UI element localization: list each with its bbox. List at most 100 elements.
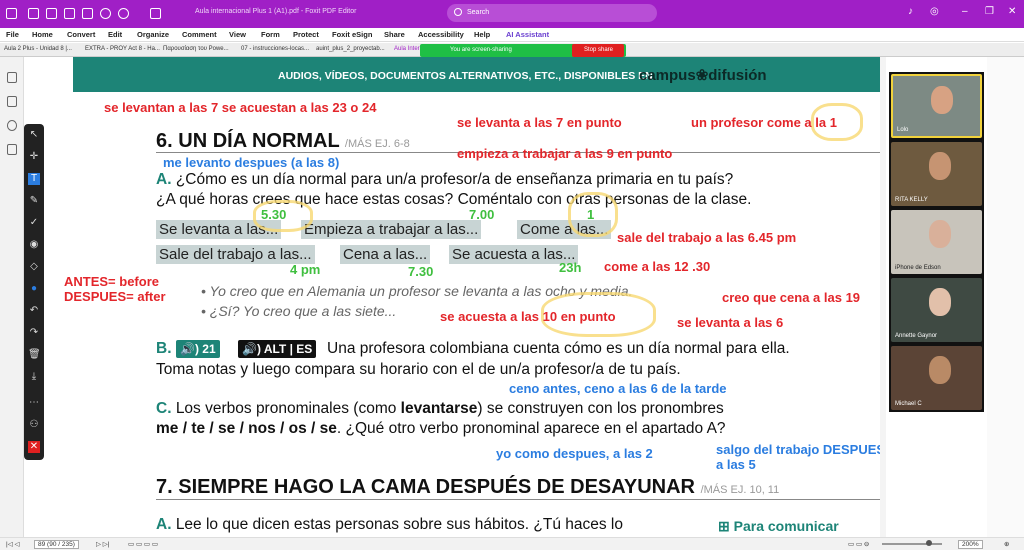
print-icon[interactable] [64, 8, 75, 19]
minimize-icon[interactable]: – [962, 6, 968, 17]
exercise-b-letter: B. [156, 340, 172, 357]
foxit-window: Aula internacional Plus 1 (A1).pdf - Fox… [0, 0, 1024, 550]
participant-tile[interactable]: RITA KELLY [891, 142, 982, 206]
audio-21-button[interactable]: 🔊) 21 [176, 340, 220, 358]
tab-doc-5[interactable]: auint_plus_2_proyectab... [316, 46, 385, 52]
tab-doc-4[interactable]: 07 - instrucciones-locas... [241, 46, 309, 52]
view-mode-icons[interactable]: ▭ ▭ ▭ ▭ [128, 540, 158, 548]
avatar [929, 220, 951, 248]
first-page-icon[interactable]: |◁ ◁ [6, 540, 20, 548]
section-7-heading: 7. SIEMPRE HAGO LA CAMA DESPUÉS DE DESAY… [156, 476, 780, 498]
note-red: ANTES= before [64, 274, 159, 289]
tab-doc-active[interactable]: Aula Inter [394, 46, 420, 52]
annotation-toolbar: ↖ ✛ T ✎ ✓ ◉ ◇ ● ↶ ↷ 🗑 ⤓ ⋯ ⚇ ✕ [24, 124, 44, 460]
target-icon[interactable]: ◉ [28, 239, 40, 251]
menu-edit[interactable]: Edit [108, 30, 122, 39]
bookmark-icon[interactable] [7, 72, 17, 83]
exercise-b-line-1: Una profesora colombiana cuenta cómo es … [327, 340, 790, 357]
note-green: 7.00 [469, 207, 495, 222]
select-icon[interactable]: ↖ [28, 129, 40, 141]
move-icon[interactable]: ✛ [28, 151, 40, 163]
phrase-box: Empieza a trabajar a las... [301, 220, 482, 239]
text-tool-icon[interactable]: T [28, 173, 40, 185]
download-icon[interactable]: ⤓ [28, 371, 40, 383]
zoom-in-icon[interactable]: ⊕ [1004, 540, 1009, 548]
next-page-icon[interactable]: ▷ ▷| [96, 540, 110, 548]
tab-doc-3[interactable]: Παρουσίαση του Powe... [163, 46, 229, 52]
note-blue: me levanto despues (a las 8) [163, 155, 340, 170]
participant-name: Lolo [897, 127, 909, 133]
open-icon[interactable] [28, 8, 39, 19]
bell-icon[interactable]: ♪ [908, 6, 913, 17]
note-red: un profesor come a la 1 [691, 115, 837, 130]
color-icon[interactable]: ● [28, 283, 40, 295]
account-icon[interactable]: ◎ [930, 6, 939, 17]
menu-protect[interactable]: Protect [293, 30, 319, 39]
exercise-b-line-2: Toma notas y luego compara su horario co… [156, 361, 681, 378]
participant-tile[interactable]: iPhone de Edson [891, 210, 982, 274]
participant-name: Annette Gaynor [895, 333, 938, 339]
page-number-field[interactable]: 89 (90 / 235) [34, 540, 79, 549]
check-icon[interactable]: ✓ [28, 217, 40, 229]
participant-name: RITA KELLY [895, 197, 928, 203]
participant-tile[interactable]: Annette Gaynor [891, 278, 982, 342]
menu-foxit-esign[interactable]: Foxit eSign [332, 30, 372, 39]
zoom-slider-knob[interactable] [926, 540, 932, 546]
participant-name: Michael C [895, 401, 922, 407]
audio-alt-button[interactable]: 🔊) ALT | ES [238, 340, 317, 358]
zoom-slider[interactable] [882, 543, 942, 545]
maximize-icon[interactable]: ❐ [985, 6, 994, 17]
stop-share-button[interactable]: Stop share [572, 44, 624, 57]
note-red: sale del trabajo a las 6.45 pm [617, 230, 797, 245]
menu-share[interactable]: Share [384, 30, 405, 39]
participant-tile[interactable]: Lolo [891, 74, 982, 138]
search-icon [454, 8, 462, 16]
trash-icon[interactable]: 🗑 [28, 349, 41, 361]
note-green: 23h [559, 260, 582, 275]
search-placeholder: Search [467, 9, 490, 16]
redo-tool-icon[interactable]: ↷ [28, 327, 40, 339]
note-green: 1 [587, 207, 595, 222]
participant-tile[interactable]: Michael C [891, 346, 982, 410]
comments-icon[interactable] [7, 120, 17, 131]
menu-accessibility[interactable]: Accessibility [418, 30, 464, 39]
phrase-box: Cena a las... [340, 245, 431, 264]
tab-doc-1[interactable]: Aula 2 Plus - Unidad 8 |... [4, 46, 72, 52]
menu-ai-assistant[interactable]: AI Assistant [506, 30, 549, 39]
pen-icon[interactable]: ✎ [28, 195, 40, 207]
title-bar: Aula internacional Plus 1 (A1).pdf - Fox… [0, 0, 1024, 28]
zoom-field[interactable]: 200% [958, 540, 983, 549]
menu-organize[interactable]: Organize [137, 30, 169, 39]
search-box[interactable]: Search [447, 4, 657, 22]
section-6-heading: 6. UN DÍA NORMAL /MÁS EJ. 6-8 [156, 130, 410, 152]
close-toolbar-icon[interactable]: ✕ [28, 441, 40, 453]
note-blue: a las 5 [716, 457, 756, 472]
redo-icon[interactable] [118, 8, 129, 19]
save-icon[interactable] [46, 8, 57, 19]
hand-icon[interactable] [150, 8, 161, 19]
attachment-icon[interactable] [7, 144, 17, 155]
avatar [929, 152, 951, 180]
pages-icon[interactable] [7, 96, 17, 107]
undo-tool-icon[interactable]: ↶ [28, 305, 40, 317]
menu-file[interactable]: File [6, 30, 19, 39]
people-icon[interactable]: ⚇ [28, 419, 40, 431]
menu-form[interactable]: Form [261, 30, 280, 39]
menu-help[interactable]: Help [474, 30, 490, 39]
more-icon[interactable]: ⋯ [28, 397, 40, 409]
tab-doc-2[interactable]: EXTRA - PROY Act 8 - Ha... [85, 46, 160, 52]
note-blue: salgo del trabajo DESPUES [716, 442, 886, 457]
note-red: come a las 12 .30 [604, 259, 711, 274]
new-icon[interactable] [82, 8, 93, 19]
example-2: • ¿Sí? Yo creo que a las siete... [201, 303, 397, 319]
menu-view[interactable]: View [229, 30, 246, 39]
para-comunicar: ⊞ Para comunicar [718, 518, 839, 534]
fit-icons[interactable]: ▭ ▭ ⊖ [848, 540, 869, 548]
menu-home[interactable]: Home [32, 30, 53, 39]
close-icon[interactable]: ✕ [1008, 6, 1016, 17]
vertical-scrollbar[interactable] [880, 57, 886, 537]
menu-comment[interactable]: Comment [182, 30, 217, 39]
menu-convert[interactable]: Convert [67, 30, 95, 39]
undo-icon[interactable] [100, 8, 111, 19]
eraser-icon[interactable]: ◇ [28, 261, 40, 273]
